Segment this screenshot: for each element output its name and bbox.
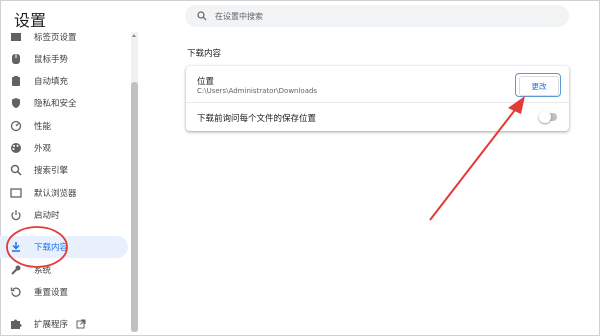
sidebar-item-label: 下载内容 [34,243,69,253]
change-button[interactable]: 更改 [519,76,559,96]
sidebar-scrollbar[interactable] [131,32,138,332]
sidebar-item-mouse-gestures[interactable]: 鼠标手势 [0,48,128,70]
sidebar-item-performance[interactable]: 性能 [0,115,128,137]
wrench-icon [10,264,22,276]
mouse-icon [10,53,22,65]
sidebar-item-label: 隐私和安全 [34,99,77,109]
location-label: 位置 [197,77,215,87]
search-icon [197,11,207,21]
sidebar-item-tabs[interactable]: 标签页设置 [0,28,128,48]
sidebar-item-reset[interactable]: 重置设置 [0,281,128,303]
sidebar-item-label: 扩展程序 [34,320,69,330]
puzzle-icon [10,318,22,330]
sidebar-item-label: 启动时 [34,211,60,221]
sidebar: 标签页设置 鼠标手势 自动填充 隐私和安全 性能 外观 搜索引擎 默认浏览器 启… [0,28,140,334]
sidebar-item-default-browser[interactable]: 默认浏览器 [0,182,128,204]
sidebar-item-search-engine[interactable]: 搜索引擎 [0,159,128,181]
sidebar-item-label: 默认浏览器 [34,189,77,199]
clipboard-icon [10,75,22,87]
sidebar-item-extensions[interactable]: 扩展程序 [0,313,128,334]
shield-icon [10,97,22,109]
scroll-up-arrow-icon[interactable] [132,34,136,37]
sidebar-item-label: 性能 [34,122,52,132]
sidebar-item-on-startup[interactable]: 启动时 [0,204,128,226]
sidebar-item-downloads[interactable]: 下载内容 [0,236,128,258]
downloads-card: 位置 C:\Users\Administrator\Downloads 更改 下… [186,66,569,131]
external-link-icon[interactable] [76,319,86,329]
search-input[interactable]: 在设置中搜索 [215,11,263,22]
sidebar-item-appearance[interactable]: 外观 [0,137,128,159]
toggle-knob [539,111,551,123]
sidebar-item-label: 系统 [34,266,52,276]
sidebar-item-autofill[interactable]: 自动填充 [0,70,128,92]
sidebar-item-label: 鼠标手势 [34,55,69,65]
sidebar-item-system[interactable]: 系统 [0,259,128,281]
tab-icon [10,31,22,43]
location-path: C:\Users\Administrator\Downloads [197,87,318,95]
speedometer-icon [10,120,22,132]
sidebar-item-label: 搜索引擎 [34,166,69,176]
ask-where-label: 下载前询问每个文件的保存位置 [197,114,317,124]
sidebar-item-privacy[interactable]: 隐私和安全 [0,92,128,114]
search-bar[interactable]: 在设置中搜索 [185,5,569,27]
sidebar-item-label: 重置设置 [34,288,69,298]
browser-icon [10,187,22,199]
scroll-thumb[interactable] [131,82,138,332]
location-row: 位置 C:\Users\Administrator\Downloads 更改 [186,66,569,103]
sidebar-item-label: 标签页设置 [34,33,77,43]
power-icon [10,209,22,221]
section-title: 下载内容 [187,49,222,59]
ask-where-toggle[interactable] [539,111,557,123]
download-icon [10,241,22,253]
sidebar-item-label: 外观 [34,144,52,154]
reset-icon [10,286,22,298]
palette-icon [10,142,22,154]
search-icon [10,164,22,176]
sidebar-item-label: 自动填充 [34,77,69,87]
